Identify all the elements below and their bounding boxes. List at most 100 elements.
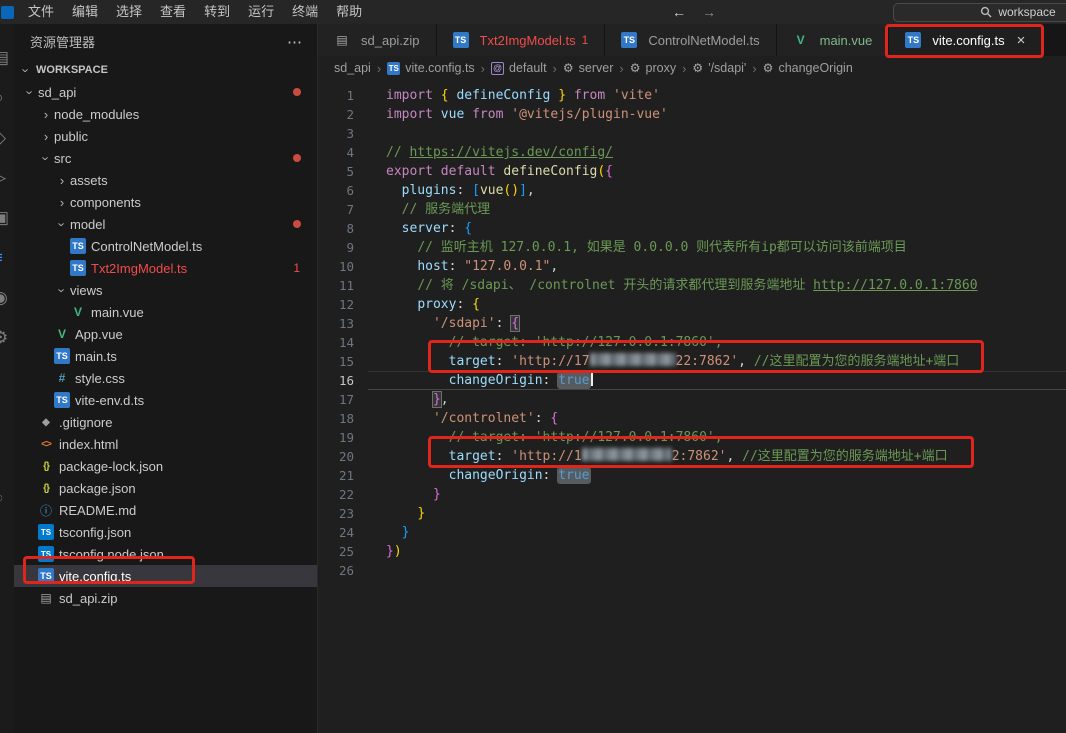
code-token: : bbox=[543, 373, 559, 388]
git-file-icon: ◆ bbox=[38, 414, 54, 430]
breadcrumb-label: default bbox=[509, 61, 547, 75]
modified-dot bbox=[293, 154, 301, 162]
account-icon[interactable]: ◉ bbox=[0, 278, 14, 318]
command-center-search[interactable]: workspace bbox=[893, 3, 1066, 22]
explorer-icon[interactable]: ▤ bbox=[0, 38, 14, 78]
menu-item[interactable]: 运行 bbox=[239, 0, 283, 24]
breadcrumb-item-sd_api[interactable]: sd_api bbox=[334, 61, 371, 75]
tree-item-vite.config.ts[interactable]: TSvite.config.ts bbox=[14, 565, 317, 587]
breadcrumb-item-proxy[interactable]: ⚙proxy bbox=[630, 61, 676, 75]
more-actions-icon[interactable]: ⋯ bbox=[287, 33, 303, 51]
breadcrumb-item-server[interactable]: ⚙server bbox=[563, 61, 614, 75]
tab-label: main.vue bbox=[820, 33, 873, 48]
line-number: 7 bbox=[318, 200, 368, 219]
line-content: // 将 /sdapi、 /controlnet 开头的请求都代理到服务端地址 … bbox=[368, 276, 1066, 295]
line-number: 18 bbox=[318, 409, 368, 428]
chevron-right-icon: › bbox=[54, 173, 70, 188]
ts-file-icon: TS bbox=[54, 348, 70, 364]
menu-item[interactable]: 终端 bbox=[283, 0, 327, 24]
masked-ip-segment bbox=[590, 353, 676, 366]
chevron-right-icon: › bbox=[54, 195, 70, 210]
workspace-section-header[interactable]: › WORKSPACE bbox=[14, 59, 317, 81]
breadcrumb-item-changeOrigin[interactable]: ⚙changeOrigin bbox=[763, 61, 853, 75]
tree-item-tsconfig.node.json[interactable]: TStsconfig.node.json bbox=[14, 543, 317, 565]
code-token: ( bbox=[597, 164, 605, 179]
tree-item-package.json[interactable]: {}package.json bbox=[14, 477, 317, 499]
output-icon[interactable]: ◌ bbox=[0, 478, 14, 518]
tree-item-views[interactable]: ›views bbox=[14, 279, 317, 301]
tab-Txt2ImgModel.ts[interactable]: TSTxt2ImgModel.ts1 bbox=[437, 24, 606, 56]
tree-item-README.md[interactable]: ⓘREADME.md bbox=[14, 499, 317, 521]
menu-item[interactable]: 转到 bbox=[195, 0, 239, 24]
tree-item-assets[interactable]: ›assets bbox=[14, 169, 317, 191]
menu-item[interactable]: 选择 bbox=[107, 0, 151, 24]
tree-item-components[interactable]: ›components bbox=[14, 191, 317, 213]
nav-back-arrow[interactable]: ← bbox=[672, 4, 686, 20]
code-line-23: 23 } bbox=[318, 504, 1066, 523]
tab-ControlNetModel.ts[interactable]: TSControlNetModel.ts bbox=[605, 24, 776, 56]
code-token: ] bbox=[519, 183, 527, 198]
chevron-down-icon: › bbox=[23, 84, 38, 100]
tree-item-package-lock.json[interactable]: {}package-lock.json bbox=[14, 455, 317, 477]
code-editor[interactable]: 1import { defineConfig } from 'vite'2imp… bbox=[318, 80, 1066, 733]
close-tab-icon[interactable]: × bbox=[1017, 32, 1026, 49]
code-line-17: 17 }, bbox=[318, 390, 1066, 409]
search-icon[interactable]: ○ bbox=[0, 78, 14, 118]
menu-item[interactable]: 帮助 bbox=[327, 0, 371, 24]
problems-badge: 1 bbox=[293, 261, 300, 275]
ts-file-icon: TS bbox=[70, 260, 86, 276]
line-number: 6 bbox=[318, 181, 368, 200]
code-token: } bbox=[402, 525, 410, 540]
code-token bbox=[386, 449, 449, 464]
tree-item-ControlNetModel.ts[interactable]: TSControlNetModel.ts bbox=[14, 235, 317, 257]
source-control-icon[interactable]: ◇ bbox=[0, 118, 14, 158]
tree-item-tsconfig.json[interactable]: TStsconfig.json bbox=[14, 521, 317, 543]
tree-item-main.vue[interactable]: Vmain.vue bbox=[14, 301, 317, 323]
extensions-icon[interactable]: ▣ bbox=[0, 198, 14, 238]
tree-item-src[interactable]: ›src bbox=[14, 147, 317, 169]
nav-forward-arrow[interactable]: → bbox=[702, 4, 716, 20]
remote-icon[interactable]: ≡ bbox=[0, 238, 14, 278]
breadcrumb-item-default[interactable]: @default bbox=[491, 61, 547, 75]
run-debug-icon[interactable]: ▷ bbox=[0, 158, 14, 198]
file-label: vite-env.d.ts bbox=[75, 393, 144, 408]
code-token: } bbox=[433, 487, 441, 502]
breadcrumb-item-vite.config.ts[interactable]: TSvite.config.ts bbox=[387, 61, 474, 75]
tree-item-public[interactable]: ›public bbox=[14, 125, 317, 147]
tree-item-index.html[interactable]: <>index.html bbox=[14, 433, 317, 455]
settings-icon[interactable]: ⚙ bbox=[0, 318, 14, 358]
code-token: 'http://1 bbox=[511, 449, 581, 464]
tree-item-vite-env.d.ts[interactable]: TSvite-env.d.ts bbox=[14, 389, 317, 411]
breadcrumb-item-'/sdapi'[interactable]: ⚙'/sdapi' bbox=[692, 61, 746, 75]
tree-item-sd_api.zip[interactable]: ▤sd_api.zip bbox=[14, 587, 317, 609]
tab-vite.config.ts[interactable]: TSvite.config.ts× bbox=[889, 24, 1042, 56]
tree-item-.gitignore[interactable]: ◆.gitignore bbox=[14, 411, 317, 433]
line-number: 5 bbox=[318, 162, 368, 181]
code-token: : bbox=[496, 354, 512, 369]
menu-item[interactable]: 文件 bbox=[19, 0, 63, 24]
chevron-right-icon: › bbox=[38, 129, 54, 144]
tab-label: ControlNetModel.ts bbox=[648, 33, 759, 48]
breadcrumb-label: '/sdapi' bbox=[708, 61, 746, 75]
tree-item-style.css[interactable]: #style.css bbox=[14, 367, 317, 389]
tree-item-Txt2ImgModel.ts[interactable]: TS Txt2ImgModel.ts 1 bbox=[14, 257, 317, 279]
tree-item-main.ts[interactable]: TSmain.ts bbox=[14, 345, 317, 367]
menu-item[interactable]: 查看 bbox=[151, 0, 195, 24]
tab-sd_api.zip[interactable]: ▤sd_api.zip bbox=[318, 24, 437, 56]
tsc-file-icon: TS bbox=[38, 546, 54, 562]
ts-file-icon: TS bbox=[387, 62, 400, 75]
tab-main.vue[interactable]: Vmain.vue bbox=[777, 24, 890, 56]
tree-item-node_modules[interactable]: ›node_modules bbox=[14, 103, 317, 125]
tree-item-model[interactable]: ›model bbox=[14, 213, 317, 235]
code-token: // target: 'http://127.0.0.1:7860', bbox=[449, 335, 723, 350]
code-token: } bbox=[433, 392, 441, 407]
line-content: } bbox=[368, 504, 1066, 523]
tree-item-App.vue[interactable]: VApp.vue bbox=[14, 323, 317, 345]
code-token: host bbox=[417, 259, 448, 274]
file-label: Txt2ImgModel.ts bbox=[91, 261, 187, 276]
menu-item[interactable]: 编辑 bbox=[63, 0, 107, 24]
tree-item-sd_api[interactable]: ›sd_api bbox=[14, 81, 317, 103]
line-content: // target: 'http://127.0.0.1:7860', bbox=[368, 333, 1066, 352]
code-token: // target: 'http://127.0.0.1:7860', bbox=[449, 430, 723, 445]
line-number: 23 bbox=[318, 504, 368, 523]
